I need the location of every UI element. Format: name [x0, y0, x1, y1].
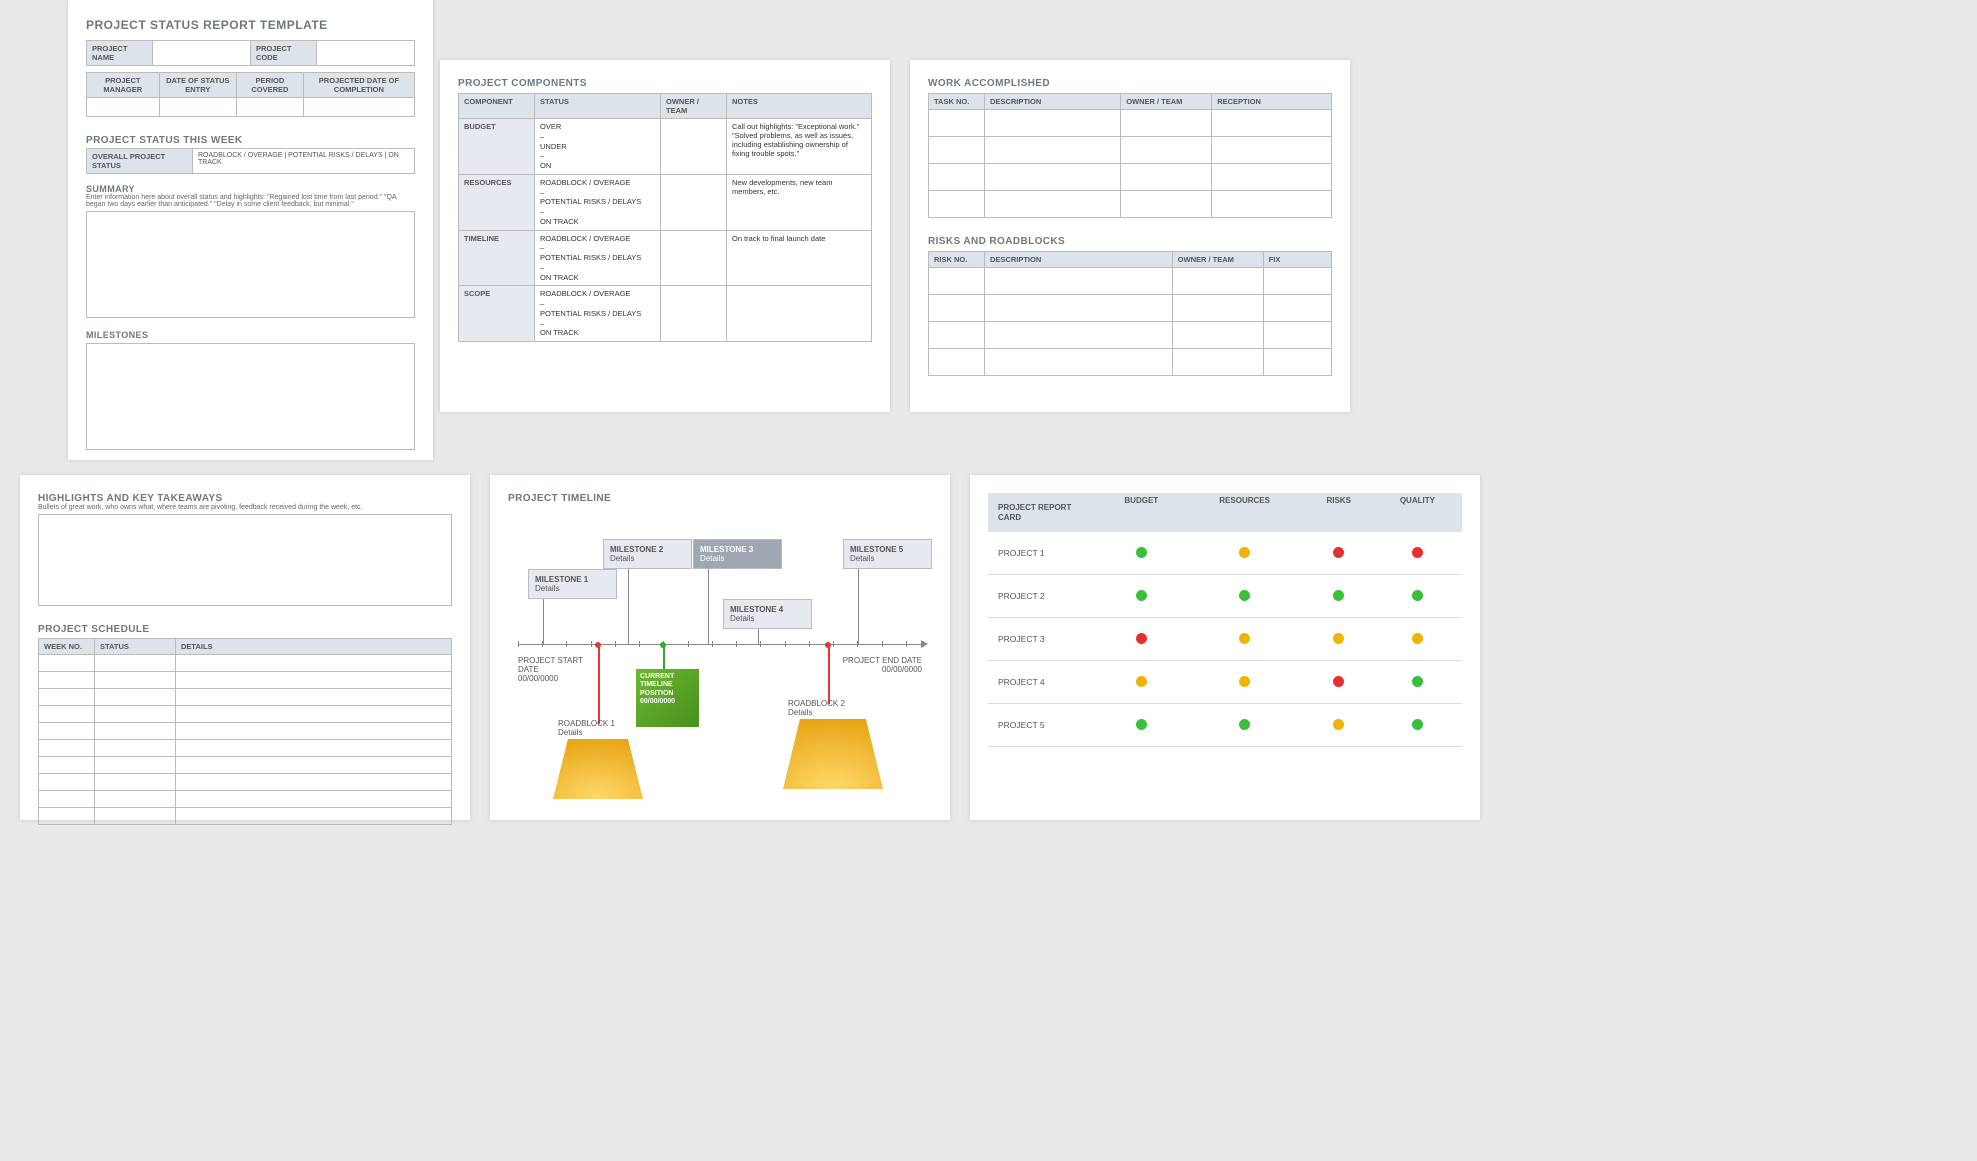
summary-title: SUMMARY	[86, 184, 415, 194]
project-label: PROJECT 5	[988, 704, 1098, 747]
page-title: PROJECT STATUS REPORT TEMPLATE	[86, 18, 415, 32]
milestones-title: MILESTONES	[86, 330, 415, 340]
status-dot-icon	[1239, 676, 1250, 687]
current-note: CURRENTTIMELINEPOSITION00/00/0000	[636, 669, 699, 727]
highlights-title: HIGHLIGHTS AND KEY TAKEAWAYS	[38, 493, 452, 504]
table-row: PROJECT 1	[988, 532, 1462, 575]
current-dot-icon	[660, 642, 666, 648]
info-table-2: PROJECT MANAGER DATE OF STATUS ENTRY PER…	[86, 72, 415, 117]
summary-box[interactable]	[86, 211, 415, 318]
milestone-box: MILESTONE 4Details	[723, 599, 812, 629]
milestone-box: MILESTONE 1Details	[528, 569, 617, 599]
timeline-title: PROJECT TIMELINE	[508, 493, 932, 504]
work-table: TASK NO. DESCRIPTION OWNER / TEAM RECEPT…	[928, 93, 1332, 218]
page-5-timeline: PROJECT TIMELINE MILESTONE 1Details MILE…	[490, 475, 950, 820]
status-dot-icon	[1136, 547, 1147, 558]
status-dot-icon	[1239, 547, 1250, 558]
project-label: PROJECT 3	[988, 618, 1098, 661]
table-row: PROJECT 3	[988, 618, 1462, 661]
status-dot-icon	[1412, 719, 1423, 730]
status-dot-icon	[1239, 719, 1250, 730]
page-3-work-risks: WORK ACCOMPLISHED TASK NO. DESCRIPTION O…	[910, 60, 1350, 412]
info-table-1: PROJECT NAME PROJECT CODE	[86, 40, 415, 66]
status-week-title: PROJECT STATUS THIS WEEK	[86, 135, 415, 146]
schedule-title: PROJECT SCHEDULE	[38, 624, 452, 635]
roadblock-trap-icon	[553, 739, 643, 799]
roadblock-label: ROADBLOCK 2Details	[788, 699, 845, 717]
table-row: RESOURCES ROADBLOCK / OVERAGE – POTENTIA…	[459, 174, 872, 230]
highlights-hint: Bullets of great work, who owns what, wh…	[38, 504, 452, 511]
table-row: PROJECT 2	[988, 575, 1462, 618]
status-dot-icon	[1412, 633, 1423, 644]
table-row: TIMELINE ROADBLOCK / OVERAGE – POTENTIAL…	[459, 230, 872, 286]
table-row: SCOPE ROADBLOCK / OVERAGE – POTENTIAL RI…	[459, 286, 872, 342]
status-dot-icon	[1136, 719, 1147, 730]
table-row: BUDGET OVER – UNDER – ON Call out highli…	[459, 119, 872, 175]
milestone-box: MILESTONE 2Details	[603, 539, 692, 569]
status-dot-icon	[1136, 676, 1147, 687]
work-title: WORK ACCOMPLISHED	[928, 78, 1332, 89]
project-label: PROJECT 4	[988, 661, 1098, 704]
roadblock-label: ROADBLOCK 1Details	[558, 719, 615, 737]
components-title: PROJECT COMPONENTS	[458, 78, 872, 89]
risks-title: RISKS AND ROADBLOCKS	[928, 236, 1332, 247]
milestone-box: MILESTONE 3Details	[693, 539, 782, 569]
status-dot-icon	[1412, 547, 1423, 558]
project-label: PROJECT 1	[988, 532, 1098, 575]
milestone-box: MILESTONE 5Details	[843, 539, 932, 569]
status-dot-icon	[1333, 590, 1344, 601]
status-dot-icon	[1412, 676, 1423, 687]
roadblock-dot-icon	[595, 642, 601, 648]
project-label: PROJECT 2	[988, 575, 1098, 618]
roadblock-trap-icon	[783, 719, 883, 789]
page-1-status-report: PROJECT STATUS REPORT TEMPLATE PROJECT N…	[68, 0, 433, 460]
status-dot-icon	[1136, 633, 1147, 644]
page-6-report-card: PROJECT REPORT CARD BUDGET RESOURCES RIS…	[970, 475, 1480, 820]
timeline-axis	[518, 644, 922, 645]
status-dot-icon	[1412, 590, 1423, 601]
status-dot-icon	[1333, 676, 1344, 687]
status-row: OVERALL PROJECT STATUS ROADBLOCK / OVERA…	[86, 148, 415, 174]
page-4-highlights: HIGHLIGHTS AND KEY TAKEAWAYS Bullets of …	[20, 475, 470, 820]
table-row: PROJECT 5	[988, 704, 1462, 747]
status-dot-icon	[1239, 633, 1250, 644]
end-label: PROJECT END DATE00/00/0000	[842, 656, 922, 674]
summary-hint: Enter information here about overall sta…	[86, 194, 415, 208]
status-dot-icon	[1333, 547, 1344, 558]
status-dot-icon	[1333, 633, 1344, 644]
status-dot-icon	[1239, 590, 1250, 601]
report-card-table: PROJECT REPORT CARD BUDGET RESOURCES RIS…	[988, 493, 1462, 747]
page-2-components: PROJECT COMPONENTS COMPONENT STATUS OWNE…	[440, 60, 890, 412]
risks-table: RISK NO. DESCRIPTION OWNER / TEAM FIX	[928, 251, 1332, 376]
status-dot-icon	[1333, 719, 1344, 730]
milestones-box[interactable]	[86, 343, 415, 450]
arrow-right-icon	[921, 640, 928, 648]
roadblock-dot-icon	[825, 642, 831, 648]
status-dot-icon	[1136, 590, 1147, 601]
highlights-box[interactable]	[38, 514, 452, 606]
start-label: PROJECT START DATE00/00/0000	[518, 656, 598, 683]
components-table: COMPONENT STATUS OWNER / TEAM NOTES BUDG…	[458, 93, 872, 342]
table-row: PROJECT 4	[988, 661, 1462, 704]
schedule-table: WEEK NO. STATUS DETAILS	[38, 638, 452, 825]
